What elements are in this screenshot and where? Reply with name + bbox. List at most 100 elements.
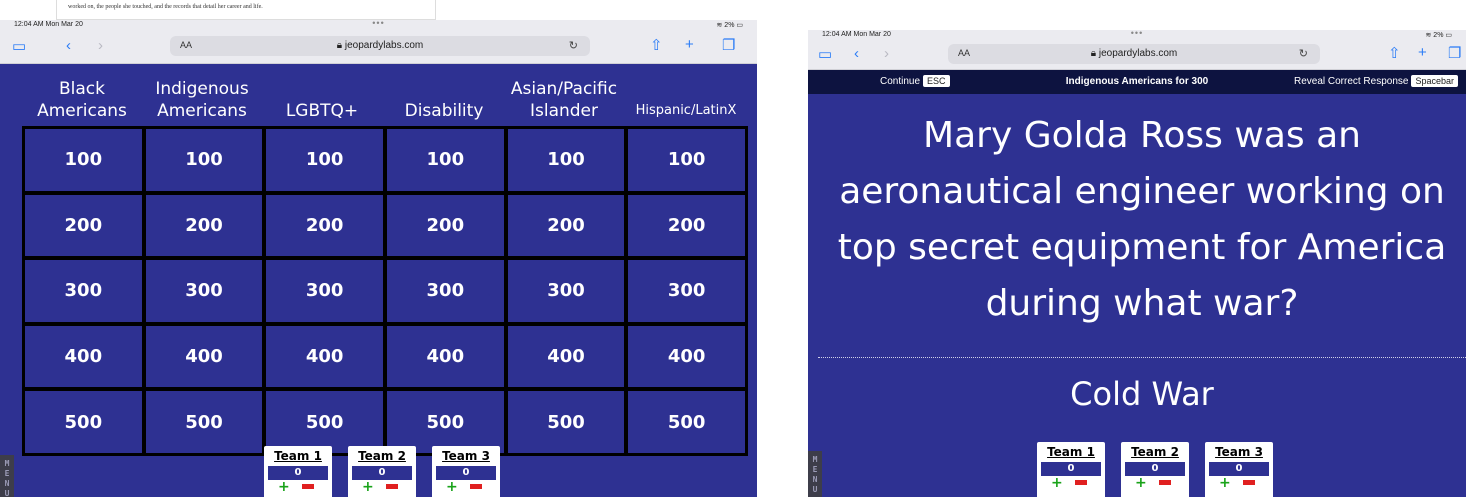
question-cell[interactable]: 400 bbox=[628, 325, 745, 388]
question-cell[interactable]: 200 bbox=[25, 194, 142, 257]
team-name[interactable]: Team 3 bbox=[436, 449, 496, 463]
document-strip: worked on, the people she touched, and t… bbox=[0, 0, 757, 20]
team-card: Team 3 0 + bbox=[1205, 442, 1273, 497]
question-cell[interactable]: 300 bbox=[628, 260, 745, 322]
subtract-points-button[interactable] bbox=[1159, 480, 1171, 485]
new-tab-icon[interactable]: + bbox=[1418, 45, 1427, 60]
url-label: jeopardylabs.com bbox=[1098, 48, 1178, 59]
question-cell[interactable]: 300 bbox=[386, 260, 504, 322]
question-cell[interactable]: 500 bbox=[386, 391, 504, 453]
multitask-dots[interactable]: ••• bbox=[1131, 28, 1143, 38]
question-cell[interactable]: 100 bbox=[386, 129, 504, 191]
category-headers: Black Americans Indigenous Americans LGB… bbox=[22, 64, 748, 126]
add-points-button[interactable]: + bbox=[1219, 476, 1231, 490]
add-points-button[interactable]: + bbox=[362, 480, 374, 494]
team-name[interactable]: Team 1 bbox=[1041, 445, 1101, 459]
question-cell[interactable]: 100 bbox=[266, 129, 383, 191]
tabs-icon[interactable]: ❐ bbox=[1448, 46, 1461, 61]
question-cell[interactable]: 300 bbox=[266, 260, 383, 322]
address-bar[interactable]: AA 🔒︎ jeopardylabs.com ↻ bbox=[170, 36, 590, 56]
team-name[interactable]: Team 1 bbox=[268, 449, 328, 463]
battery-icon: ▭ bbox=[1445, 32, 1452, 39]
answer-divider bbox=[818, 357, 1466, 358]
menu-tab[interactable]: MENU bbox=[808, 451, 822, 497]
add-points-button[interactable]: + bbox=[278, 480, 290, 494]
team-name[interactable]: Team 2 bbox=[352, 449, 412, 463]
url-text: 🔒︎ jeopardylabs.com bbox=[948, 48, 1320, 59]
team-name[interactable]: Team 3 bbox=[1209, 445, 1269, 459]
wifi-icon: ≋ bbox=[1425, 32, 1432, 39]
reveal-control[interactable]: Reveal Correct Response Spacebar bbox=[1294, 75, 1458, 87]
status-bar: 12:04 AM Mon Mar 20 ••• ≋ 2% ▭ bbox=[808, 28, 1466, 40]
question-cell[interactable]: 100 bbox=[145, 129, 263, 191]
menu-tab[interactable]: MENU bbox=[0, 455, 14, 497]
question-cell[interactable]: 500 bbox=[507, 391, 625, 453]
question-cell[interactable]: 300 bbox=[507, 260, 625, 322]
sidebar-icon[interactable]: ▭ bbox=[12, 39, 26, 54]
question-cell[interactable]: 400 bbox=[25, 325, 142, 388]
lock-icon: 🔒︎ bbox=[1090, 48, 1097, 59]
battery-level: 2% bbox=[724, 22, 735, 29]
team-score[interactable]: 0 bbox=[268, 466, 328, 480]
subtract-points-button[interactable] bbox=[470, 484, 482, 489]
battery-status: ≋ 2% ▭ bbox=[716, 21, 743, 29]
multitask-dots[interactable]: ••• bbox=[372, 18, 384, 28]
lock-icon: 🔒︎ bbox=[336, 40, 343, 51]
question-cell[interactable]: 300 bbox=[25, 260, 142, 322]
clue-screenshot: 12:04 AM Mon Mar 20 ••• ≋ 2% ▭ ▭ ‹ › AA … bbox=[808, 0, 1466, 497]
question-cell[interactable]: 200 bbox=[628, 194, 745, 257]
add-points-button[interactable]: + bbox=[1051, 476, 1063, 490]
reload-icon[interactable]: ↻ bbox=[1299, 47, 1308, 60]
forward-icon[interactable]: › bbox=[884, 46, 889, 61]
reload-icon[interactable]: ↻ bbox=[569, 39, 578, 52]
question-cell[interactable]: 500 bbox=[145, 391, 263, 453]
sidebar-icon[interactable]: ▭ bbox=[818, 47, 832, 62]
question-cell[interactable]: 400 bbox=[145, 325, 263, 388]
question-cell[interactable]: 100 bbox=[628, 129, 745, 191]
new-tab-icon[interactable]: + bbox=[685, 37, 694, 52]
add-points-button[interactable]: + bbox=[1135, 476, 1147, 490]
question-cell[interactable]: 300 bbox=[145, 260, 263, 322]
question-cell[interactable]: 500 bbox=[25, 391, 142, 453]
clue-question: Mary Golda Ross was an aeronautical engi… bbox=[837, 115, 1447, 324]
question-cell[interactable]: 400 bbox=[386, 325, 504, 388]
forward-icon[interactable]: › bbox=[98, 38, 103, 53]
reveal-label: Reveal Correct Response bbox=[1293, 76, 1409, 87]
team-score[interactable]: 0 bbox=[1041, 462, 1101, 476]
question-cell[interactable]: 200 bbox=[507, 194, 625, 257]
back-icon[interactable]: ‹ bbox=[854, 46, 859, 61]
url-text: 🔒︎ jeopardylabs.com bbox=[170, 40, 590, 51]
spacebar-key[interactable]: Spacebar bbox=[1411, 75, 1458, 87]
category-header: Asian/Pacific Islander bbox=[510, 79, 618, 121]
question-cell[interactable]: 200 bbox=[145, 194, 263, 257]
question-cell[interactable]: 200 bbox=[386, 194, 504, 257]
document-text: worked on, the people she touched, and t… bbox=[68, 4, 263, 10]
add-points-button[interactable]: + bbox=[446, 480, 458, 494]
share-icon[interactable]: ⇧ bbox=[1388, 46, 1401, 61]
question-cell[interactable]: 400 bbox=[507, 325, 625, 388]
team-score[interactable]: 0 bbox=[436, 466, 496, 480]
question-cell[interactable]: 500 bbox=[266, 391, 383, 453]
team-score[interactable]: 0 bbox=[352, 466, 412, 480]
question-cell[interactable]: 100 bbox=[507, 129, 625, 191]
question-cell[interactable]: 200 bbox=[266, 194, 383, 257]
subtract-points-button[interactable] bbox=[1075, 480, 1087, 485]
back-icon[interactable]: ‹ bbox=[66, 38, 71, 53]
status-time: 12:04 AM Mon Mar 20 bbox=[14, 21, 83, 28]
team-card: Team 1 0 + bbox=[264, 446, 332, 497]
team-card: Team 2 0 + bbox=[348, 446, 416, 497]
question-cell[interactable]: 400 bbox=[266, 325, 383, 388]
team-score[interactable]: 0 bbox=[1209, 462, 1269, 476]
question-cell[interactable]: 100 bbox=[25, 129, 142, 191]
subtract-points-button[interactable] bbox=[1243, 480, 1255, 485]
share-icon[interactable]: ⇧ bbox=[650, 38, 663, 53]
tabs-icon[interactable]: ❐ bbox=[722, 38, 735, 53]
subtract-points-button[interactable] bbox=[302, 484, 314, 489]
team-scoreboard: Team 1 0 + Team 2 0 + Team 3 0 + bbox=[264, 446, 500, 497]
question-cell[interactable]: 500 bbox=[628, 391, 745, 453]
team-name[interactable]: Team 2 bbox=[1125, 445, 1185, 459]
subtract-points-button[interactable] bbox=[386, 484, 398, 489]
address-bar[interactable]: AA 🔒︎ jeopardylabs.com ↻ bbox=[948, 44, 1320, 64]
team-score[interactable]: 0 bbox=[1125, 462, 1185, 476]
clue-page: Continue ESC Indigenous Americans for 300… bbox=[808, 70, 1466, 497]
